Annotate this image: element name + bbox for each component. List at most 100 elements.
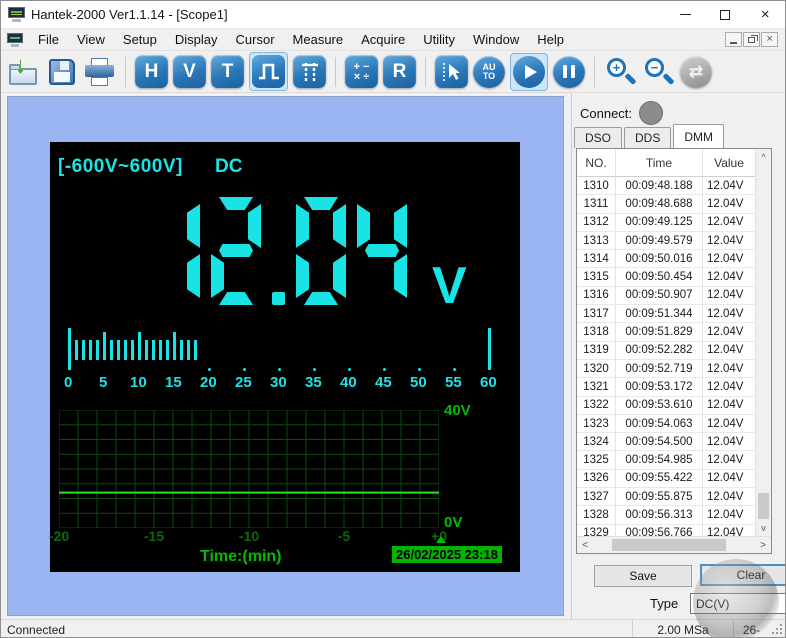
bargraph-bar xyxy=(124,340,127,360)
autoset-button[interactable]: AU TO xyxy=(473,55,505,88)
scroll-right-icon[interactable]: > xyxy=(755,537,771,553)
table-row[interactable]: 1319 00:09:52.282 12.04V xyxy=(577,341,756,360)
table-row[interactable]: 1315 00:09:50.454 12.04V xyxy=(577,268,756,287)
vertical-scrollbar[interactable]: ^ v xyxy=(755,149,771,536)
toolbar-separator xyxy=(594,56,595,87)
table-row[interactable]: 1322 00:09:53.610 12.04V xyxy=(577,396,756,415)
table-row[interactable]: 1316 00:09:50.907 12.04V xyxy=(577,286,756,306)
table-row[interactable]: 1328 00:09:56.313 12.04V xyxy=(577,506,756,525)
bargraph-bar xyxy=(89,340,92,360)
table-row[interactable]: 1329 00:09:56.766 12.04V xyxy=(577,524,756,536)
cursor-measure-button[interactable] xyxy=(435,55,468,88)
header-time[interactable]: Time xyxy=(616,149,703,176)
table-row[interactable]: 1323 00:09:54.063 12.04V xyxy=(577,414,756,434)
table-row[interactable]: 1313 00:09:49.579 12.04V xyxy=(577,231,756,251)
menu-item-acquire[interactable]: Acquire xyxy=(352,30,414,49)
document-icon[interactable] xyxy=(7,32,23,47)
floppy-icon xyxy=(48,58,75,85)
mdi-restore-button[interactable] xyxy=(743,32,760,47)
x-axis-ticks: -20 -15 -10 -5 +0 xyxy=(49,528,447,544)
menu-item-setup[interactable]: Setup xyxy=(114,30,166,49)
resize-grip[interactable] xyxy=(769,620,785,637)
open-button[interactable]: ↓ xyxy=(7,52,40,88)
table-row[interactable]: 1314 00:09:50.016 12.04V xyxy=(577,250,756,269)
vertical-button[interactable]: V xyxy=(173,55,206,88)
pause-button[interactable] xyxy=(553,55,585,88)
bargraph-dot xyxy=(278,368,281,371)
zoom-in-button[interactable]: + xyxy=(604,55,637,88)
menu-item-file[interactable]: File xyxy=(29,30,68,49)
bargraph-label: 25 xyxy=(234,374,252,391)
bargraph-bar xyxy=(187,340,190,360)
math-button[interactable]: + − × ÷ xyxy=(345,55,378,88)
mdi-minimize-button[interactable] xyxy=(725,32,742,47)
vertical-scroll-thumb[interactable] xyxy=(758,493,769,519)
swap-arrows-icon: ⇄ xyxy=(688,61,704,81)
type-dropdown[interactable]: DC(V) xyxy=(690,593,785,614)
reference-label: R xyxy=(392,60,407,82)
maximize-button[interactable] xyxy=(705,1,745,28)
pause-icon xyxy=(563,65,575,78)
menu-item-display[interactable]: Display xyxy=(166,30,227,49)
table-row[interactable]: 1312 00:09:49.125 12.04V xyxy=(577,213,756,232)
status-bar: Connected 2.00 MSa 26- xyxy=(1,619,785,637)
toolbar: ↓ H V T + − × ÷ R AU TO + − ⇄ xyxy=(1,51,785,93)
horizontal-scrollbar[interactable]: < > xyxy=(577,536,771,553)
table-row[interactable]: 1325 00:09:54.985 12.04V xyxy=(577,451,756,470)
table-row[interactable]: 1326 00:09:55.422 12.04V xyxy=(577,469,756,489)
table-row[interactable]: 1318 00:09:51.829 12.04V xyxy=(577,323,756,342)
minimize-button[interactable] xyxy=(665,1,705,28)
seven-segment-readout: V xyxy=(150,197,467,312)
mdi-close-button[interactable]: × xyxy=(761,32,778,47)
print-button[interactable] xyxy=(83,55,116,88)
clear-button[interactable]: Clear xyxy=(700,564,785,586)
bargraph-scale-labels: 0 5 10 15 20 25 30 35 40 45 50 55 60 xyxy=(64,374,508,392)
vertical-scroll-track[interactable] xyxy=(756,165,771,520)
menu-item-cursor[interactable]: Cursor xyxy=(227,30,284,49)
horizontal-button[interactable]: H xyxy=(135,55,168,88)
seven-segment-digit xyxy=(211,197,261,305)
table-row[interactable]: 1321 00:09:53.172 12.04V xyxy=(577,378,756,397)
menu-item-measure[interactable]: Measure xyxy=(284,30,353,49)
header-value[interactable]: Value xyxy=(703,149,756,176)
header-no[interactable]: NO. xyxy=(577,149,616,176)
title-bar: Hantek-2000 Ver1.1.14 - [Scope1] × xyxy=(1,1,785,29)
menu-item-view[interactable]: View xyxy=(68,30,114,49)
app-icon xyxy=(8,7,25,22)
close-button[interactable]: × xyxy=(745,1,785,28)
zoom-in-icon: + xyxy=(607,58,626,77)
trend-chart xyxy=(59,410,439,528)
zoom-out-button[interactable]: − xyxy=(642,55,675,88)
table-row[interactable]: 1324 00:09:54.500 12.04V xyxy=(577,433,756,452)
save-button[interactable] xyxy=(45,55,78,88)
tab-dds[interactable]: DDS xyxy=(624,127,672,148)
menu-item-help[interactable]: Help xyxy=(528,30,573,49)
horizontal-scroll-track[interactable] xyxy=(593,537,755,553)
bargraph-label: 55 xyxy=(444,374,462,391)
scroll-up-icon[interactable]: ^ xyxy=(756,149,771,165)
decimal-point-segment xyxy=(272,292,285,305)
run-button[interactable] xyxy=(513,55,545,88)
table-row[interactable]: 1311 00:09:48.688 12.04V xyxy=(577,195,756,214)
menu-item-window[interactable]: Window xyxy=(464,30,528,49)
table-row[interactable]: 1327 00:09:55.875 12.04V xyxy=(577,488,756,507)
table-row[interactable]: 1310 00:09:48.188 12.04V xyxy=(577,177,756,196)
horizontal-scroll-thumb[interactable] xyxy=(612,539,726,551)
scroll-left-icon[interactable]: < xyxy=(577,537,593,553)
open-arrow-icon: ↓ xyxy=(15,52,26,77)
table-row[interactable]: 1317 00:09:51.344 12.04V xyxy=(577,305,756,324)
square-wave-button[interactable] xyxy=(252,55,285,88)
trigger-button[interactable]: T xyxy=(211,55,244,88)
math-icon: + − × ÷ xyxy=(353,60,370,83)
connection-status: Connected xyxy=(7,622,66,637)
save-readings-button[interactable]: Save xyxy=(594,565,692,587)
waveform-levels-button[interactable] xyxy=(293,55,326,88)
menu-item-utility[interactable]: Utility xyxy=(414,30,464,49)
bargraph-bar xyxy=(131,340,134,360)
horizontal-label: H xyxy=(144,60,159,82)
tab-dso[interactable]: DSO xyxy=(574,127,623,148)
table-row[interactable]: 1320 00:09:52.719 12.04V xyxy=(577,359,756,379)
scroll-down-icon[interactable]: v xyxy=(756,520,771,536)
tab-dmm[interactable]: DMM xyxy=(673,124,725,148)
reference-button[interactable]: R xyxy=(383,55,416,88)
